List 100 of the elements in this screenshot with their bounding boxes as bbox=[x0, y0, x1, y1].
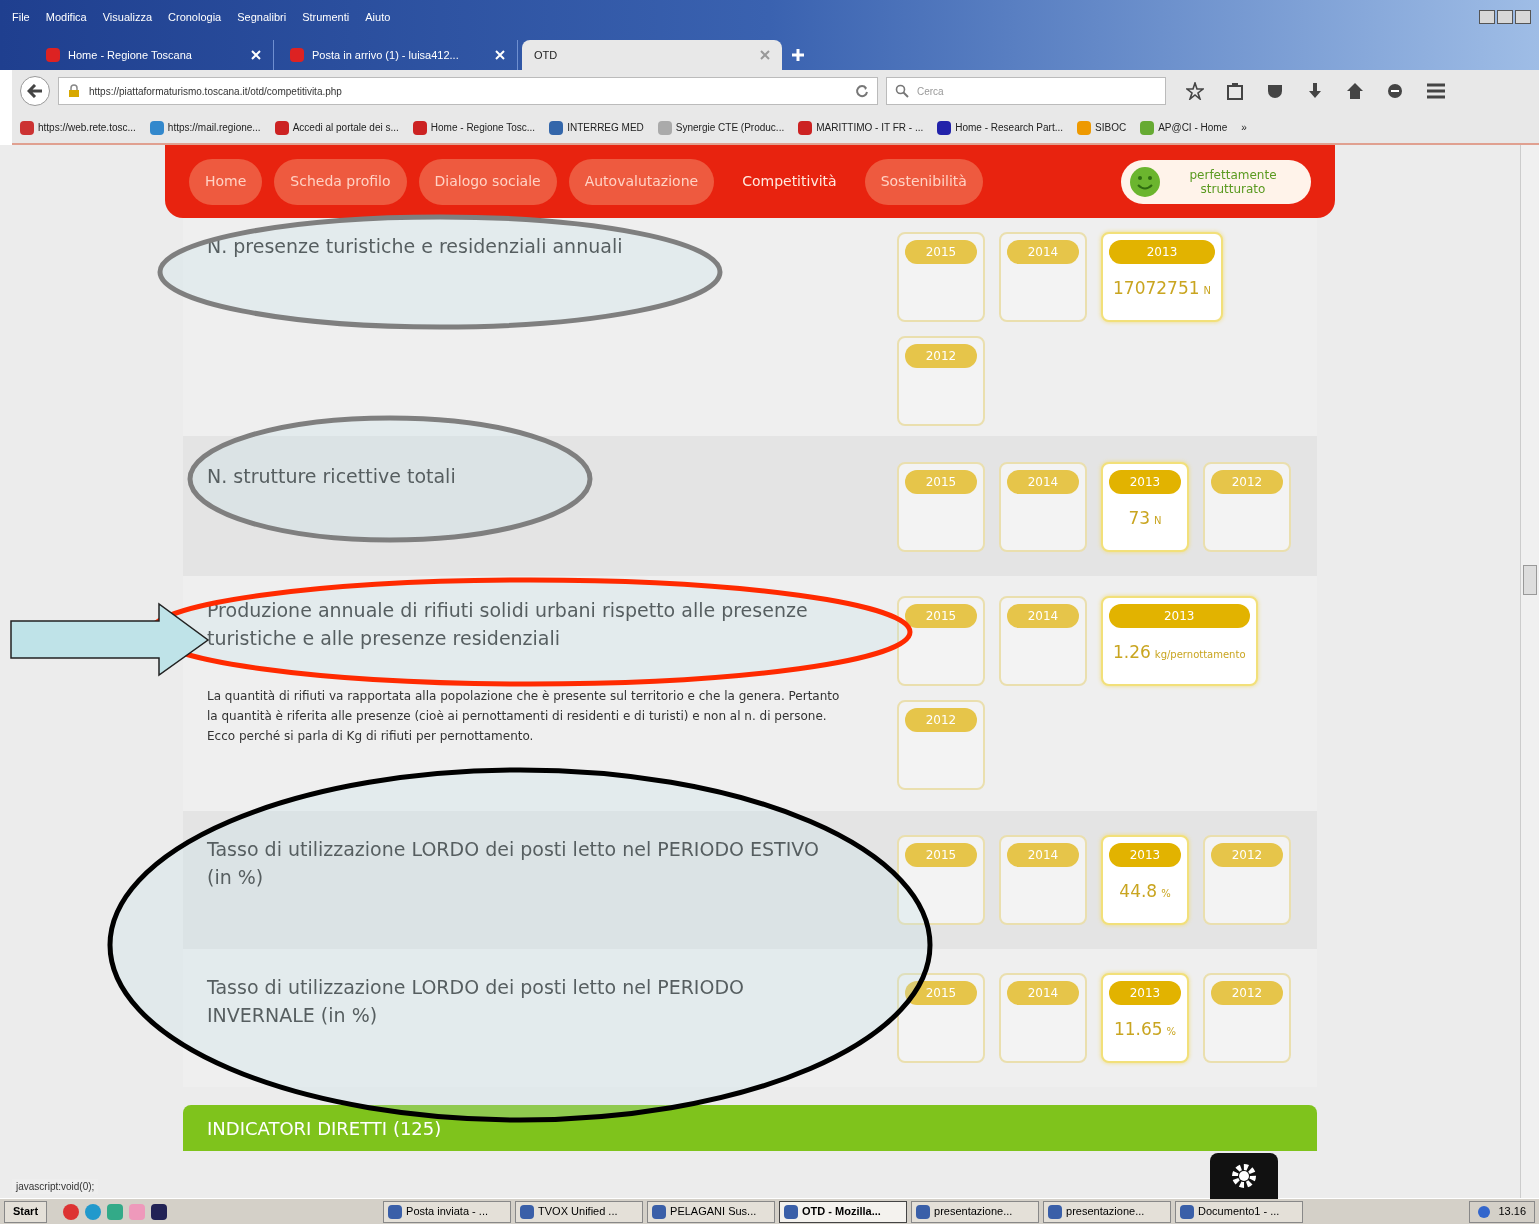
bookmark-item[interactable]: Synergie CTE (Produc... bbox=[657, 120, 785, 135]
app-icon bbox=[652, 1204, 667, 1219]
search-input[interactable]: Cerca bbox=[917, 83, 1157, 99]
year-label: 2012 bbox=[905, 708, 977, 732]
close-button[interactable] bbox=[1515, 10, 1531, 24]
year-label: 2015 bbox=[905, 240, 977, 264]
app-icon bbox=[520, 1204, 535, 1219]
bookmark-item[interactable]: Home - Research Part... bbox=[937, 120, 1064, 135]
address-bar[interactable]: https://piattaformaturismo.toscana.it/otd/competitivita.php bbox=[58, 77, 878, 105]
bookmark-icon bbox=[1077, 120, 1092, 135]
menu-item[interactable]: File bbox=[12, 8, 30, 26]
bookmark-icon bbox=[657, 120, 672, 135]
gear-button[interactable] bbox=[1210, 1153, 1278, 1199]
start-button[interactable]: Start bbox=[4, 1200, 48, 1223]
clipboard-icon[interactable] bbox=[1226, 82, 1244, 100]
taskbar-button[interactable]: PELAGANI Sus... bbox=[647, 1200, 776, 1223]
favicon-icon bbox=[46, 48, 60, 62]
tray-icon[interactable] bbox=[1478, 1205, 1491, 1218]
indicator-title: N. strutture ricettive totali bbox=[207, 464, 457, 489]
bookmark-item[interactable]: MARITTIMO - IT FR - ... bbox=[798, 120, 924, 135]
scrollbar[interactable] bbox=[1520, 145, 1539, 1198]
year-label: 2012 bbox=[905, 344, 977, 368]
indicator-title: Produzione annuale di rifiuti solidi urbani rispetto alle presenze turistiche e alle presenze residenziali bbox=[207, 598, 809, 651]
year-label: 2014 bbox=[1007, 981, 1079, 1005]
taskbar-button[interactable]: OTD - Mozilla... bbox=[779, 1200, 908, 1223]
browser-tab[interactable]: OTD bbox=[522, 40, 782, 70]
bookmark-item[interactable]: AP@CI - Home bbox=[1140, 120, 1228, 135]
shield-icon[interactable] bbox=[1266, 82, 1284, 100]
bookmark-item[interactable]: » bbox=[1241, 120, 1247, 135]
bookmark-icon bbox=[149, 120, 164, 135]
metric-value: 11.65 % bbox=[1112, 1018, 1178, 1041]
smiley-icon bbox=[1129, 165, 1161, 198]
menu-item[interactable]: Cronologia bbox=[168, 8, 222, 26]
reload-icon[interactable] bbox=[855, 84, 869, 98]
star-icon[interactable] bbox=[1186, 82, 1204, 100]
year-label: 2014 bbox=[1007, 843, 1079, 867]
app-icon bbox=[1180, 1204, 1195, 1219]
year-label: 2014 bbox=[1007, 604, 1079, 628]
bookmark-item[interactable]: Home - Regione Tosc... bbox=[412, 120, 536, 135]
year-label: 2012 bbox=[1211, 981, 1283, 1005]
year-label: 2013 bbox=[1109, 981, 1181, 1005]
lock-icon bbox=[67, 84, 81, 98]
restore-button[interactable] bbox=[1497, 10, 1513, 24]
indicator-description: La quantità di rifiuti va rapportata alla popolazione che è presente sul territorio e che la genera. Pertanto la quantità è riferita alle presenze (cioè ai pernottamenti di residenti e di turisti) e non al n. di persone. Ecco perché si parla di Kg di rifiuti per pernottamento. bbox=[207, 688, 841, 745]
settings-icon bbox=[1230, 1162, 1258, 1190]
bookmark-icon bbox=[412, 120, 427, 135]
indicator-title: Tasso di utilizzazione LORDO dei posti letto nel PERIODO INVERNALE (in %) bbox=[207, 975, 745, 1028]
search-field[interactable]: Cerca bbox=[886, 77, 1166, 105]
year-label: 2014 bbox=[1007, 470, 1079, 494]
bookmark-item[interactable]: SIBOC bbox=[1077, 120, 1127, 135]
taskbar-button[interactable]: Posta inviata - ... bbox=[383, 1200, 512, 1223]
quick-launch-icon[interactable] bbox=[151, 1203, 168, 1220]
app-icon bbox=[1048, 1204, 1063, 1219]
bookmark-item[interactable]: https://web.rete.tosc... bbox=[20, 120, 136, 135]
menu-item[interactable]: Modifica bbox=[45, 8, 87, 26]
nav-tab[interactable]: Competitività bbox=[726, 158, 853, 205]
bookmark-icon bbox=[1140, 120, 1155, 135]
menu-item[interactable]: Visualizza bbox=[102, 8, 153, 26]
app-icon bbox=[916, 1204, 931, 1219]
bookmark-item[interactable]: https://mail.regione... bbox=[149, 120, 261, 135]
year-label: 2013 bbox=[1109, 240, 1215, 264]
metric-value: 73 N bbox=[1127, 507, 1163, 530]
year-label: 2013 bbox=[1109, 470, 1181, 494]
clock: 13.16 bbox=[1498, 1204, 1526, 1220]
year-label: 2012 bbox=[1211, 843, 1283, 867]
indicator-title: Tasso di utilizzazione LORDO dei posti letto nel PERIODO ESTIVO (in %) bbox=[207, 837, 820, 890]
status-text: perfettamente strutturato bbox=[1188, 167, 1278, 196]
metric-value: 1.26 kg/pernottamento bbox=[1112, 641, 1247, 664]
back-button[interactable] bbox=[20, 76, 50, 106]
download-icon[interactable] bbox=[1306, 82, 1324, 100]
year-label: 2015 bbox=[905, 470, 977, 494]
year-label: 2013 bbox=[1109, 843, 1181, 867]
year-label: 2015 bbox=[905, 981, 977, 1005]
bookmark-item[interactable]: INTERREG MED bbox=[549, 120, 644, 135]
taskbar-button[interactable]: Documento1 - ... bbox=[1175, 1200, 1304, 1223]
bookmark-item[interactable]: Accedi al portale dei s... bbox=[274, 120, 399, 135]
taskbar-button[interactable]: presentazione... bbox=[1043, 1200, 1172, 1223]
bookmark-icon bbox=[937, 120, 952, 135]
minimize-button[interactable] bbox=[1479, 10, 1495, 24]
year-label: 2014 bbox=[1007, 240, 1079, 264]
bookmark-icon bbox=[549, 120, 564, 135]
metric-value: 44.8 % bbox=[1118, 880, 1172, 903]
metric-value: 17072751 N bbox=[1112, 277, 1212, 300]
menu-item[interactable]: Aiuto bbox=[365, 8, 391, 26]
year-label: 2012 bbox=[1211, 470, 1283, 494]
menu-icon[interactable] bbox=[1426, 82, 1446, 100]
menu-item[interactable]: Segnalibri bbox=[237, 8, 287, 26]
favicon-icon bbox=[290, 48, 304, 62]
app-icon bbox=[784, 1204, 799, 1219]
bookmark-icon bbox=[274, 120, 289, 135]
search-icon bbox=[895, 84, 909, 98]
taskbar-button[interactable]: presentazione... bbox=[911, 1200, 1040, 1223]
year-label: 2015 bbox=[905, 604, 977, 628]
home-icon[interactable] bbox=[1346, 82, 1364, 100]
bookmark-icon bbox=[798, 120, 813, 135]
year-label: 2013 bbox=[1109, 604, 1250, 628]
url-text: https://piattaformaturismo.toscana.it/otd/competitivita.php bbox=[89, 84, 343, 99]
year-label: 2015 bbox=[905, 843, 977, 867]
taskbar-button[interactable]: TVOX Unified ... bbox=[515, 1200, 644, 1223]
menu-item[interactable]: Strumenti bbox=[302, 8, 350, 26]
